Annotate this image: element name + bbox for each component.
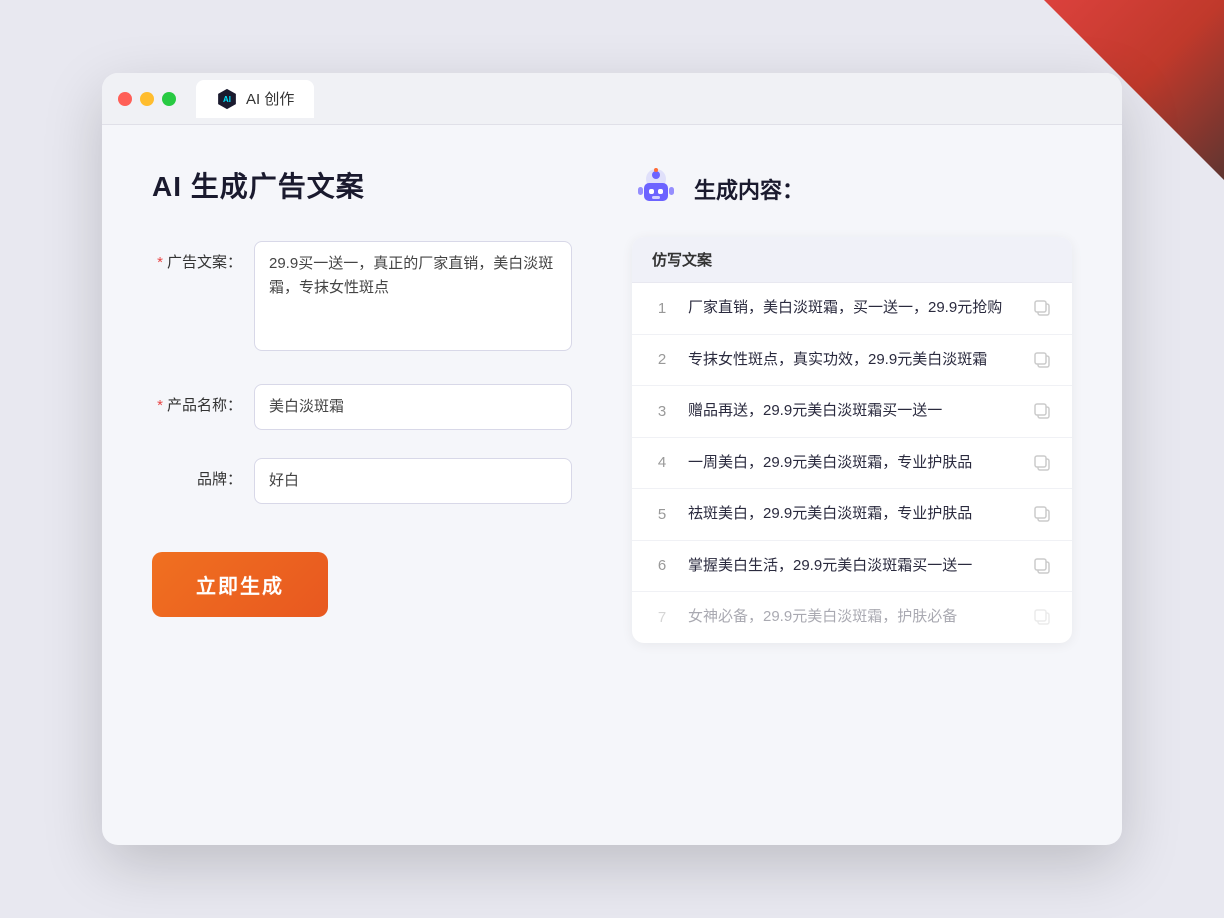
row-number: 6 xyxy=(652,557,672,574)
row-text: 掌握美白生活，29.9元美白淡斑霜买一送一 xyxy=(688,555,1016,578)
robot-icon xyxy=(632,165,680,213)
page-title: AI 生成广告文案 xyxy=(152,165,572,205)
result-row: 5 祛斑美白，29.9元美白淡斑霜，专业护肤品 xyxy=(632,489,1072,541)
copy-icon[interactable] xyxy=(1032,401,1052,421)
row-text: 专抹女性斑点，真实功效，29.9元美白淡斑霜 xyxy=(688,349,1016,372)
row-text: 厂家直销，美白淡斑霜，买一送一，29.9元抢购 xyxy=(688,297,1016,320)
copy-icon[interactable] xyxy=(1032,298,1052,318)
result-card: 仿写文案 1 厂家直销，美白淡斑霜，买一送一，29.9元抢购 2 专抹女性斑点，… xyxy=(632,237,1072,643)
result-row: 6 掌握美白生活，29.9元美白淡斑霜买一送一 xyxy=(632,541,1072,593)
row-text: 赠品再送，29.9元美白淡斑霜买一送一 xyxy=(688,400,1016,423)
result-table-header: 仿写文案 xyxy=(632,237,1072,283)
row-text: 女神必备，29.9元美白淡斑霜，护肤必备 xyxy=(688,606,1016,629)
right-panel: 生成内容： 仿写文案 1 厂家直销，美白淡斑霜，买一送一，29.9元抢购 2 专… xyxy=(632,165,1072,795)
ad-copy-label: *广告文案： xyxy=(152,241,242,272)
result-header: 生成内容： xyxy=(632,165,1072,213)
main-content: AI 生成广告文案 *广告文案： 29.9买一送一，真正的厂家直销，美白淡斑霜，… xyxy=(102,125,1122,845)
required-star: * xyxy=(157,254,163,271)
title-bar: AI AI 创作 xyxy=(102,73,1122,125)
product-name-input[interactable] xyxy=(254,384,572,430)
product-name-wrap xyxy=(254,384,572,430)
required-star-2: * xyxy=(157,397,163,414)
traffic-lights xyxy=(118,92,176,106)
ad-copy-wrap: 29.9买一送一，真正的厂家直销，美白淡斑霜，专抹女性斑点 xyxy=(254,241,572,356)
row-number: 7 xyxy=(652,609,672,626)
maximize-button[interactable] xyxy=(162,92,176,106)
minimize-button[interactable] xyxy=(140,92,154,106)
result-row: 1 厂家直销，美白淡斑霜，买一送一，29.9元抢购 xyxy=(632,283,1072,335)
close-button[interactable] xyxy=(118,92,132,106)
row-number: 1 xyxy=(652,300,672,317)
left-panel: AI 生成广告文案 *广告文案： 29.9买一送一，真正的厂家直销，美白淡斑霜，… xyxy=(152,165,572,795)
row-number: 3 xyxy=(652,403,672,420)
tab-label: AI 创作 xyxy=(246,88,294,109)
copy-icon[interactable] xyxy=(1032,350,1052,370)
row-number: 2 xyxy=(652,351,672,368)
svg-text:AI: AI xyxy=(223,95,231,104)
brand-input[interactable] xyxy=(254,458,572,504)
result-row: 7 女神必备，29.9元美白淡斑霜，护肤必备 xyxy=(632,592,1072,643)
brand-label: 品牌： xyxy=(152,458,242,489)
brand-group: 品牌： xyxy=(152,458,572,504)
copy-icon[interactable] xyxy=(1032,504,1052,524)
ad-copy-group: *广告文案： 29.9买一送一，真正的厂家直销，美白淡斑霜，专抹女性斑点 xyxy=(152,241,572,356)
row-number: 5 xyxy=(652,506,672,523)
copy-icon[interactable] xyxy=(1032,453,1052,473)
generate-button[interactable]: 立即生成 xyxy=(152,552,328,617)
ai-tab[interactable]: AI AI 创作 xyxy=(196,80,314,118)
ai-tab-icon: AI xyxy=(216,88,238,110)
result-row: 2 专抹女性斑点，真实功效，29.9元美白淡斑霜 xyxy=(632,335,1072,387)
row-number: 4 xyxy=(652,454,672,471)
copy-icon[interactable] xyxy=(1032,607,1052,627)
result-rows: 1 厂家直销，美白淡斑霜，买一送一，29.9元抢购 2 专抹女性斑点，真实功效，… xyxy=(632,283,1072,643)
product-name-label: *产品名称： xyxy=(152,384,242,415)
brand-wrap xyxy=(254,458,572,504)
ad-copy-input[interactable]: 29.9买一送一，真正的厂家直销，美白淡斑霜，专抹女性斑点 xyxy=(254,241,572,351)
result-row: 3 赠品再送，29.9元美白淡斑霜买一送一 xyxy=(632,386,1072,438)
product-name-group: *产品名称： xyxy=(152,384,572,430)
result-row: 4 一周美白，29.9元美白淡斑霜，专业护肤品 xyxy=(632,438,1072,490)
copy-icon[interactable] xyxy=(1032,556,1052,576)
result-title: 生成内容： xyxy=(694,173,804,205)
row-text: 祛斑美白，29.9元美白淡斑霜，专业护肤品 xyxy=(688,503,1016,526)
browser-window: AI AI 创作 AI 生成广告文案 *广告文案： 29.9买一送一，真正的厂家… xyxy=(102,73,1122,845)
row-text: 一周美白，29.9元美白淡斑霜，专业护肤品 xyxy=(688,452,1016,475)
